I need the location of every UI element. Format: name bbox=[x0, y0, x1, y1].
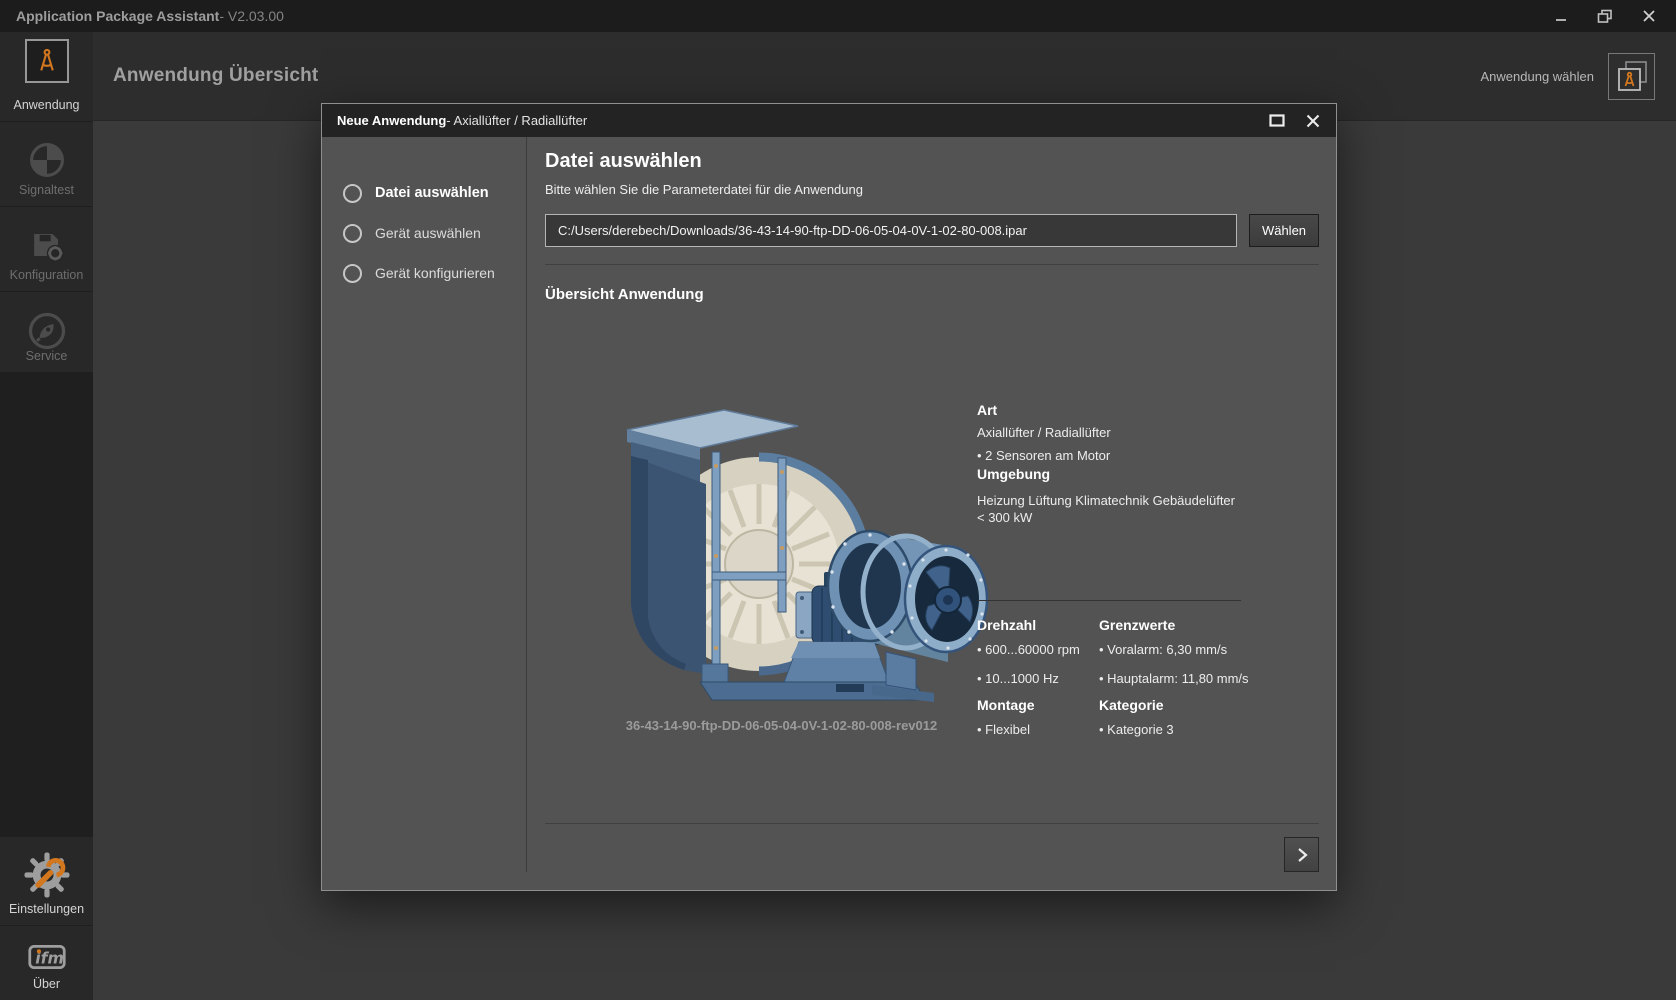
sidebar-item-label: Service bbox=[0, 349, 93, 363]
dialog-titlebar: Neue Anwendung - Axiallüfter / Radiallüf… bbox=[322, 104, 1336, 137]
footer-divider bbox=[545, 823, 1319, 824]
page-title: Anwendung Übersicht bbox=[113, 65, 318, 87]
window-titlebar: Application Package Assistant - V2.03.00 bbox=[0, 0, 1676, 32]
maximize-icon bbox=[1269, 114, 1285, 127]
new-application-dialog: Neue Anwendung - Axiallüfter / Radiallüf… bbox=[321, 103, 1337, 891]
detail-value: • Hauptalarm: 11,80 mm/s bbox=[1099, 670, 1249, 687]
stacked-compass-icon bbox=[1615, 59, 1649, 93]
detail-drehzahl: Drehzahl • 600...60000 rpm • 10...1000 H… bbox=[977, 617, 1080, 687]
detail-art: Art Axiallüfter / Radiallüfter • 2 Senso… bbox=[977, 402, 1111, 464]
fan-image-caption: 36-43-14-90-ftp-DD-06-05-04-0V-1-02-80-0… bbox=[574, 718, 989, 733]
step-label: Gerät auswählen bbox=[375, 225, 481, 241]
step-geraet-auswaehlen[interactable]: Gerät auswählen bbox=[343, 221, 518, 245]
restore-button[interactable] bbox=[1590, 3, 1620, 29]
restore-icon bbox=[1597, 9, 1613, 24]
overview-heading: Übersicht Anwendung bbox=[545, 286, 704, 303]
detail-value: • 2 Sensoren am Motor bbox=[977, 447, 1111, 464]
detail-value: • 600...60000 rpm bbox=[977, 641, 1080, 658]
step-label: Datei auswählen bbox=[375, 185, 489, 201]
ifm-logo-icon: ifm bbox=[25, 935, 69, 979]
choose-application-button[interactable] bbox=[1608, 53, 1655, 100]
step-circle-icon bbox=[343, 184, 362, 203]
close-icon bbox=[1642, 9, 1656, 23]
detail-label: Umgebung bbox=[977, 466, 1235, 482]
wizard-steps: Datei auswählen Gerät auswählen Gerät ko… bbox=[322, 137, 526, 890]
section-divider bbox=[545, 264, 1319, 265]
sidebar-item-service[interactable]: Service bbox=[0, 292, 93, 372]
minimize-button[interactable] bbox=[1546, 3, 1576, 29]
signal-target-icon bbox=[25, 138, 69, 182]
step-circle-icon bbox=[343, 264, 362, 283]
file-path-input[interactable] bbox=[545, 214, 1237, 247]
sidebar: Anwendung Signaltest bbox=[0, 32, 93, 1000]
fan-image bbox=[574, 396, 989, 711]
window-title: Application Package Assistant bbox=[16, 8, 219, 24]
sidebar-item-konfiguration[interactable]: Konfiguration bbox=[0, 207, 93, 291]
window-title-version: - V2.03.00 bbox=[219, 8, 284, 24]
minimize-icon bbox=[1554, 9, 1568, 23]
sidebar-item-label: Konfiguration bbox=[0, 268, 93, 282]
detail-value: • 10...1000 Hz bbox=[977, 670, 1080, 687]
dialog-maximize-button[interactable] bbox=[1264, 109, 1290, 133]
steps-content-divider bbox=[526, 137, 527, 872]
detail-value: Heizung Lüftung Klimatechnik Gebäudelüft… bbox=[977, 492, 1235, 526]
detail-label: Art bbox=[977, 402, 1111, 418]
dialog-title-subject: - Axiallüfter / Radiallüfter bbox=[446, 113, 587, 128]
detail-montage: Montage • Flexibel bbox=[977, 697, 1035, 738]
detail-value: Axiallüfter / Radiallüfter bbox=[977, 424, 1111, 441]
step-label: Gerät konfigurieren bbox=[375, 265, 495, 281]
detail-value: • Flexibel bbox=[977, 721, 1035, 738]
choose-file-button[interactable]: Wählen bbox=[1249, 214, 1319, 247]
detail-umgebung: Umgebung Heizung Lüftung Klimatechnik Ge… bbox=[977, 466, 1235, 526]
sidebar-item-ueber[interactable]: ifm Über bbox=[0, 926, 93, 1000]
content-subtitle: Bitte wählen Sie die Parameterdatei für … bbox=[545, 182, 863, 197]
compass-icon bbox=[25, 39, 69, 83]
sidebar-item-einstellungen[interactable]: Einstellungen bbox=[0, 837, 93, 925]
sidebar-item-anwendung[interactable]: Anwendung bbox=[0, 32, 93, 121]
sidebar-item-label: Einstellungen bbox=[0, 902, 93, 916]
choose-application-label: Anwendung wählen bbox=[1481, 69, 1594, 84]
save-gear-icon bbox=[25, 223, 69, 267]
close-icon bbox=[1306, 114, 1320, 128]
close-button[interactable] bbox=[1634, 3, 1664, 29]
detail-label: Drehzahl bbox=[977, 617, 1080, 633]
detail-label: Grenzwerte bbox=[1099, 617, 1249, 633]
dialog-title: Neue Anwendung bbox=[337, 113, 446, 128]
detail-label: Montage bbox=[977, 697, 1035, 713]
step-geraet-konfigurieren[interactable]: Gerät konfigurieren bbox=[343, 261, 518, 285]
gear-wrench-icon bbox=[21, 849, 73, 901]
detail-grenzwerte: Grenzwerte • Voralarm: 6,30 mm/s • Haupt… bbox=[1099, 617, 1249, 687]
step-circle-icon bbox=[343, 224, 362, 243]
step-datei-auswaehlen[interactable]: Datei auswählen bbox=[343, 181, 518, 205]
detail-kategorie: Kategorie • Kategorie 3 bbox=[1099, 697, 1174, 738]
sidebar-item-label: Über bbox=[0, 977, 93, 991]
dialog-close-button[interactable] bbox=[1300, 109, 1326, 133]
chevron-right-icon bbox=[1294, 846, 1310, 864]
details-divider bbox=[977, 600, 1241, 601]
rocket-circle-icon bbox=[24, 308, 70, 354]
detail-value: • Kategorie 3 bbox=[1099, 721, 1174, 738]
application-window: Application Package Assistant - V2.03.00… bbox=[0, 0, 1676, 1000]
detail-label: Kategorie bbox=[1099, 697, 1174, 713]
sidebar-item-label: Anwendung bbox=[0, 98, 93, 112]
next-step-button[interactable] bbox=[1284, 837, 1319, 872]
sidebar-item-signaltest[interactable]: Signaltest bbox=[0, 122, 93, 206]
content-heading: Datei auswählen bbox=[545, 150, 702, 173]
sidebar-item-label: Signaltest bbox=[0, 183, 93, 197]
detail-value: • Voralarm: 6,30 mm/s bbox=[1099, 641, 1249, 658]
